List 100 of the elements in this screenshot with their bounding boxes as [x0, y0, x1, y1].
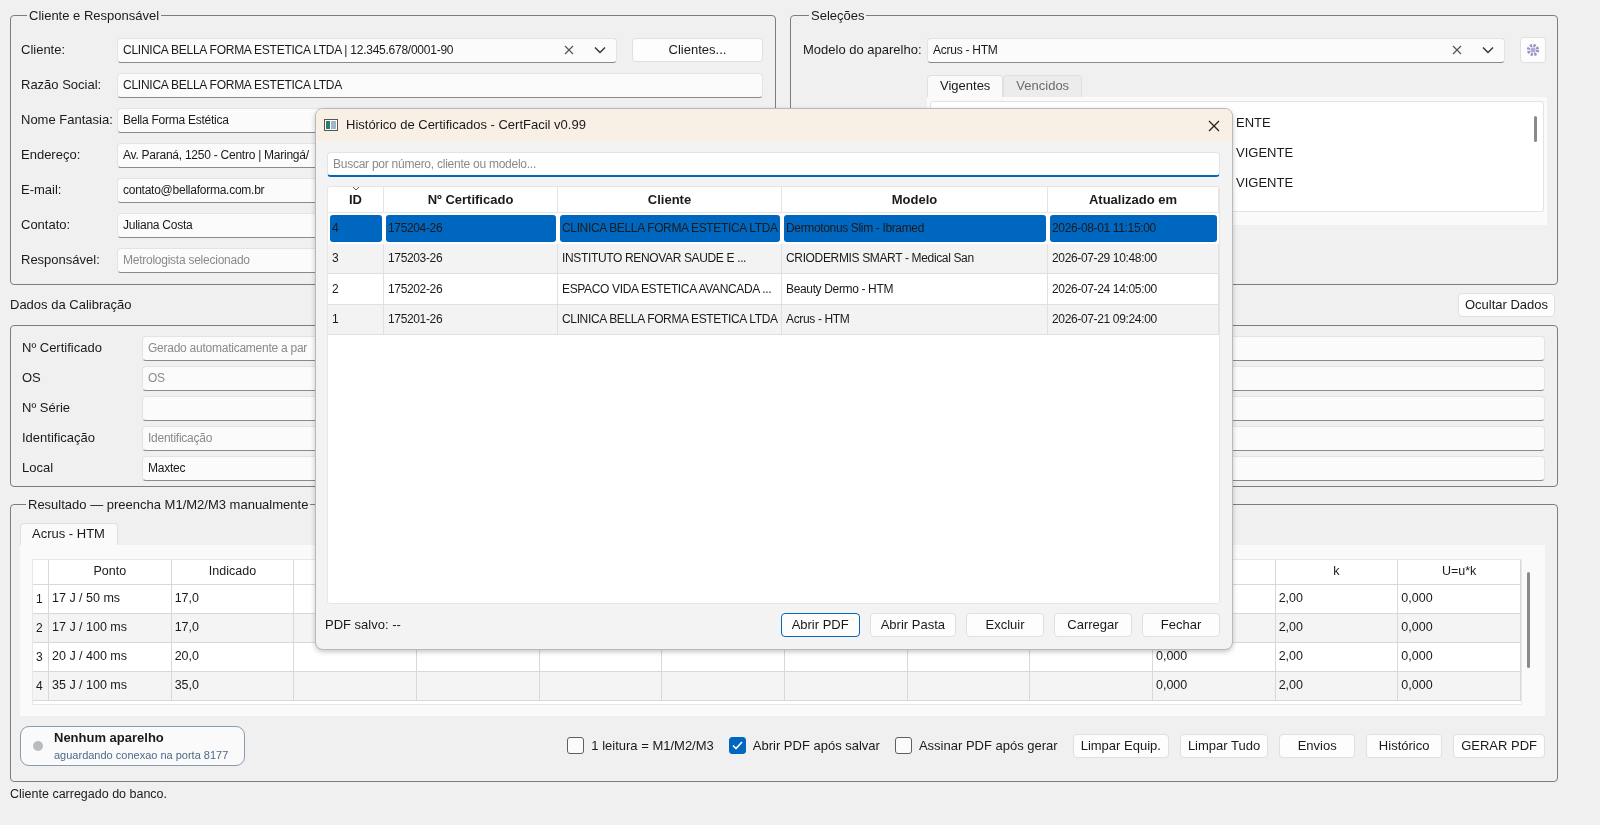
table-cell[interactable]: INSTITUTO RENOVAR SAUDE E ...: [558, 243, 782, 274]
field-label: Contato:: [21, 216, 72, 235]
table-cell[interactable]: 2026-07-29 10:48:00: [1048, 243, 1219, 274]
window-icon: [324, 119, 338, 131]
table-cell[interactable]: CLINICA BELLA FORMA ESTETICA LTDA: [558, 304, 782, 335]
column-header: k: [1275, 559, 1399, 585]
action-button[interactable]: Histórico: [1366, 733, 1443, 758]
status-text: Cliente carregado do banco.: [10, 787, 168, 801]
action-button[interactable]: GERAR PDF: [1453, 733, 1545, 758]
table-cell[interactable]: 3: [328, 243, 384, 274]
field-label: Responsável:: [21, 251, 101, 270]
close-icon: [564, 45, 574, 56]
input-field[interactable]: CLINICA BELLA FORMA ESTETICA LTDA: [117, 72, 763, 98]
dialog-button[interactable]: Excluir: [966, 613, 1044, 637]
search-field[interactable]: Buscar por número, cliente ou modelo...: [327, 152, 1220, 177]
checkbox[interactable]: [567, 737, 585, 755]
device-name: Nenhum aparelho: [54, 728, 165, 747]
table-cell: 0,000: [1398, 613, 1521, 643]
column-header: Indicado: [171, 559, 295, 585]
table-cell: 20,0: [171, 642, 295, 672]
dialog-button[interactable]: Abrir PDF: [780, 613, 860, 637]
combo-box[interactable]: CLINICA BELLA FORMA ESTETICA LTDA | 12.345.678/0001-90: [117, 37, 617, 63]
list-item[interactable]: ENTE: [1236, 107, 1271, 138]
table-cell: 35 J / 100 ms: [49, 671, 172, 701]
table-cell: 35,0: [171, 671, 295, 701]
table-cell: 2,00: [1275, 671, 1399, 701]
checkbox-label: 1 leitura = M1/M2/M3: [591, 736, 714, 755]
checkbox-label: Assinar PDF após gerar: [918, 736, 1058, 755]
table-cell[interactable]: Acrus - HTM: [782, 304, 1048, 335]
table-cell: 2,00: [1275, 642, 1399, 672]
table-cell[interactable]: ESPACO VIDA ESTETICA AVANCADA ...: [558, 274, 782, 305]
table-cell: 0,000: [1398, 642, 1521, 672]
list-item[interactable]: VIGENTE: [1236, 167, 1294, 198]
table-cell[interactable]: CRIODERMIS SMART - Medical San: [782, 243, 1048, 274]
table-cell: 17 J / 50 ms: [49, 584, 172, 614]
table-cell[interactable]: 175203-26: [384, 243, 558, 274]
table-cell: 20 J / 400 ms: [49, 642, 172, 672]
settings-button[interactable]: [1520, 37, 1546, 64]
column-header: [33, 559, 49, 585]
field-label: Nº Série: [22, 399, 72, 418]
chevron-icon: [1482, 46, 1494, 55]
row-number: 1: [33, 584, 49, 614]
table-cell[interactable]: 2: [328, 274, 384, 305]
field-label: Identificação: [22, 429, 96, 448]
action-button[interactable]: Limpar Tudo: [1179, 733, 1269, 758]
section-title: Cliente e Responsável: [28, 8, 161, 24]
field-label: Modelo do aparelho:: [803, 41, 923, 60]
table-cell[interactable]: Beauty Dermo - HTM: [782, 274, 1048, 305]
table-cell[interactable]: 175201-26: [384, 304, 558, 335]
combo-box[interactable]: Acrus - HTM: [927, 37, 1505, 63]
field-label: E-mail:: [21, 181, 63, 200]
field-label: Cliente:: [21, 41, 67, 60]
table-cell[interactable]: 175202-26: [384, 274, 558, 305]
checkbox-label: Abrir PDF após salvar: [752, 736, 880, 755]
table-cell[interactable]: 2026-07-24 14:05:00: [1048, 274, 1219, 305]
chevron-icon: [594, 46, 606, 55]
section-title: Dados da Calibração: [10, 296, 132, 315]
table-cell[interactable]: 2026-07-21 09:24:00: [1048, 304, 1219, 335]
dialog-button[interactable]: Fechar: [1142, 613, 1220, 637]
checkbox[interactable]: [894, 737, 912, 755]
dialog-button[interactable]: Carregar: [1054, 613, 1132, 637]
close-icon: [1452, 45, 1462, 56]
close-icon: [1208, 119, 1220, 132]
field-label: Endereço:: [21, 146, 82, 165]
section-title: Resultado — preencha M1/M2/M3 manualmente: [27, 497, 310, 513]
tab[interactable]: Vigentes: [927, 74, 1004, 97]
table-cell: 17,0: [171, 584, 295, 614]
action-button[interactable]: Limpar Equip.: [1072, 733, 1169, 758]
field-label: Local: [22, 459, 55, 478]
column-header: U=u*k: [1398, 559, 1521, 585]
tab[interactable]: Vencidos: [1003, 74, 1083, 97]
column-header: Ponto: [49, 559, 172, 585]
clients-button[interactable]: Clientes...: [632, 38, 763, 63]
field-label: OS: [22, 369, 42, 388]
field-label: Nome Fantasia:: [21, 111, 114, 130]
field-label: Razão Social:: [21, 76, 103, 95]
section-title: Seleções: [810, 8, 866, 24]
checkbox[interactable]: [728, 737, 746, 755]
table-cell: 17 J / 100 ms: [49, 613, 172, 643]
row-number: 2: [33, 613, 49, 643]
hide-data-button[interactable]: Ocultar Dados: [1457, 293, 1555, 317]
scrollbar: [1534, 115, 1537, 142]
field-label: Nº Certificado: [22, 339, 103, 358]
tab[interactable]: Acrus - HTM: [20, 522, 118, 545]
row-number: 4: [33, 671, 49, 701]
list-item[interactable]: VIGENTE: [1236, 137, 1294, 168]
table-cell: 0,000: [1398, 584, 1521, 614]
table-cell: 0,000: [1398, 671, 1521, 701]
table-cell: 2,00: [1275, 613, 1399, 643]
table-cell: 0,000: [1153, 671, 1276, 701]
table-cell[interactable]: 1: [328, 304, 384, 335]
device-detail: aguardando conexao na porta 8177: [54, 748, 229, 764]
dialog-button[interactable]: Abrir Pasta: [869, 613, 956, 637]
gear-icon: [1526, 43, 1540, 58]
pdf-status-text: PDF salvo: --: [325, 616, 402, 635]
window-title: Histórico de Certificados - CertFacil v0.99: [346, 116, 587, 135]
action-button[interactable]: Envios: [1279, 733, 1356, 758]
table-cell: 17,0: [171, 613, 295, 643]
row-number: 3: [33, 642, 49, 672]
check-icon: [731, 741, 743, 751]
